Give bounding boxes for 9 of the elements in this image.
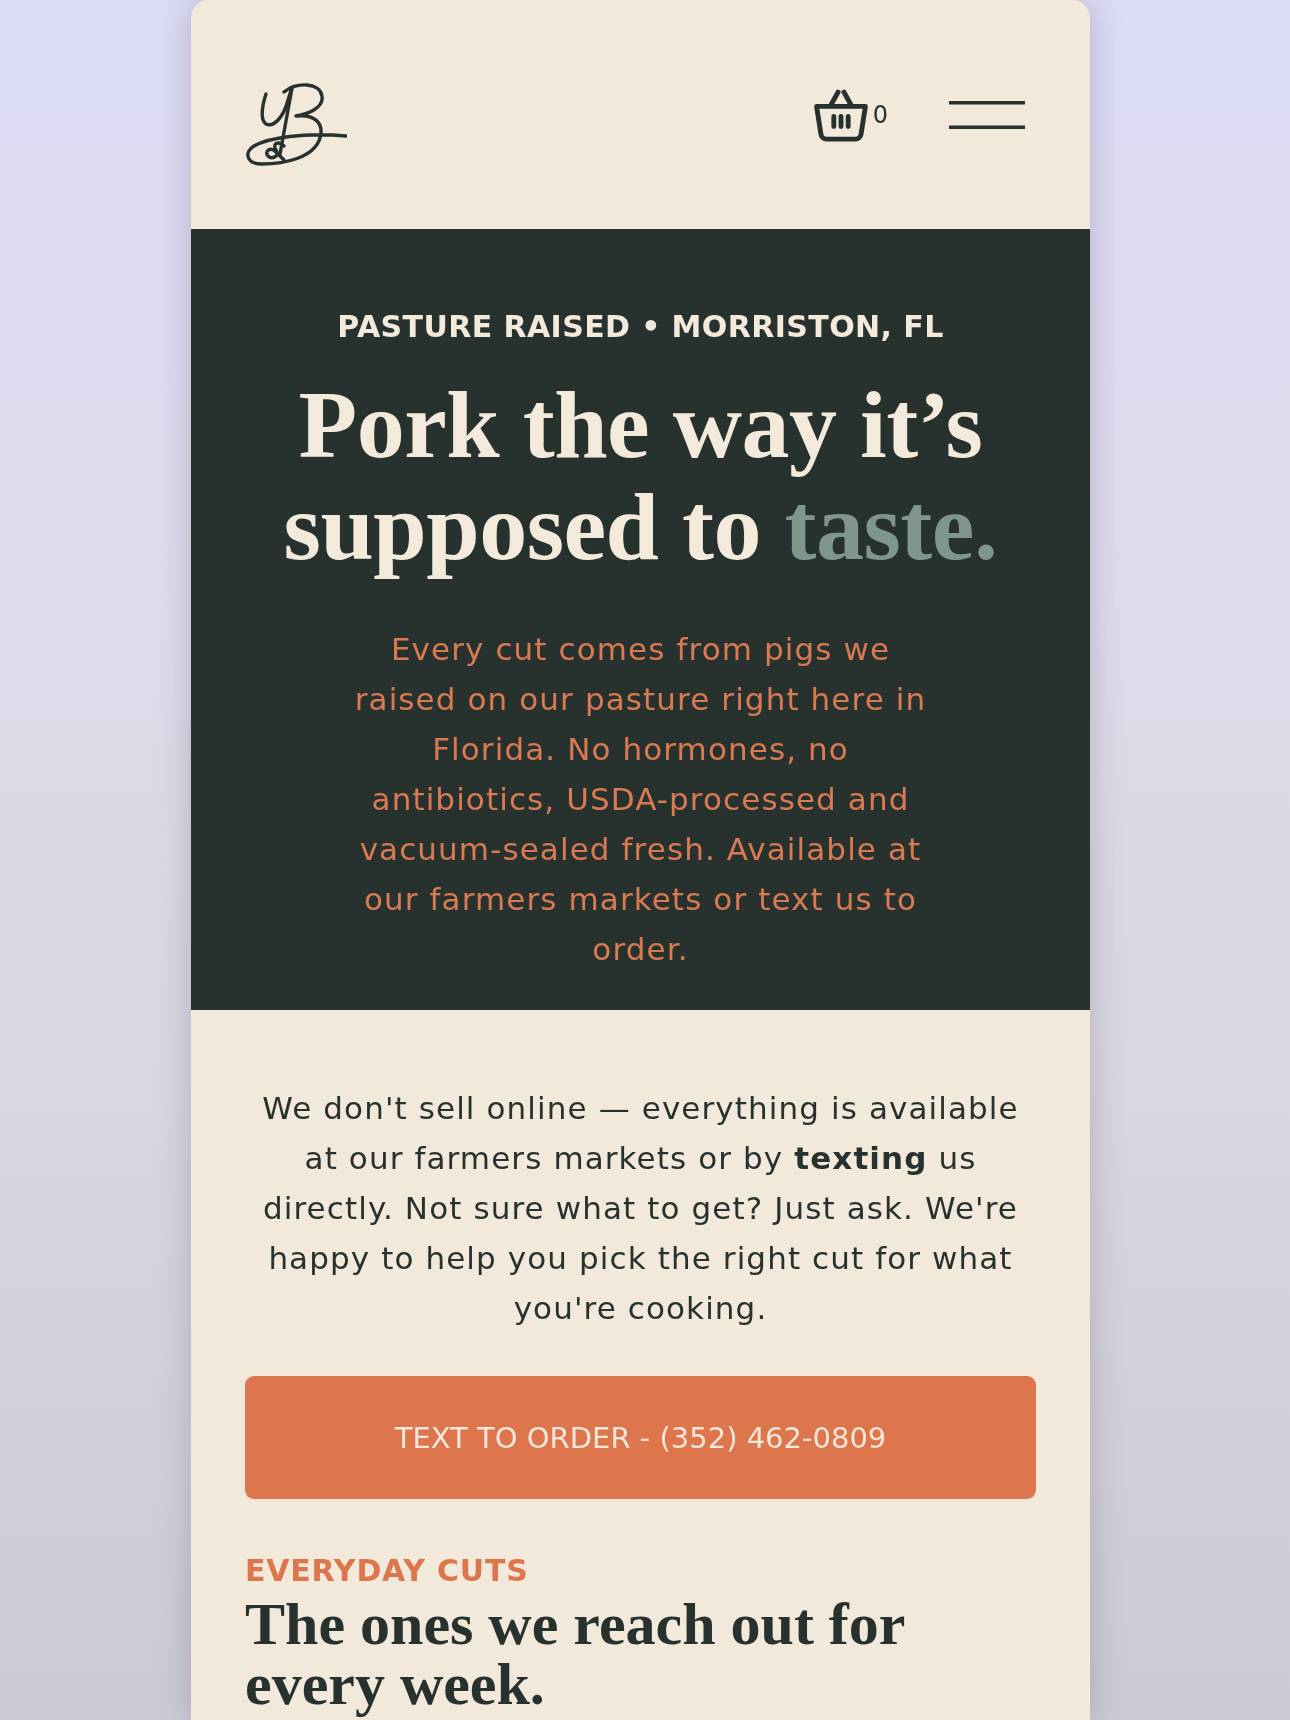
hero-description: Every cut comes from pigs we raised on our pasture right here in Florida. No hormones, no antibiotics, USDA-processed and vacuum-sealed fresh. Available at our farmers markets or text us to order.	[353, 630, 928, 969]
hero-eyebrow: PASTURE RAISED • MORRISTON, FL	[337, 309, 944, 345]
cart-button[interactable]: 0	[813, 88, 888, 142]
hero-headline: Pork the way it’s supposed to taste.	[282, 374, 999, 578]
intro-paragraph: We don't sell online — everything is available at our farmers markets or by texting us directly. Not sure what to get? Just ask. We're happy to help you pick the right cut for what you're cooking.	[261, 1089, 1020, 1328]
section-eyebrow: EVERYDAY CUTS	[245, 1554, 530, 1588]
menu-icon	[949, 101, 1025, 129]
menu-button[interactable]	[949, 101, 1025, 129]
basket-icon	[813, 88, 868, 142]
